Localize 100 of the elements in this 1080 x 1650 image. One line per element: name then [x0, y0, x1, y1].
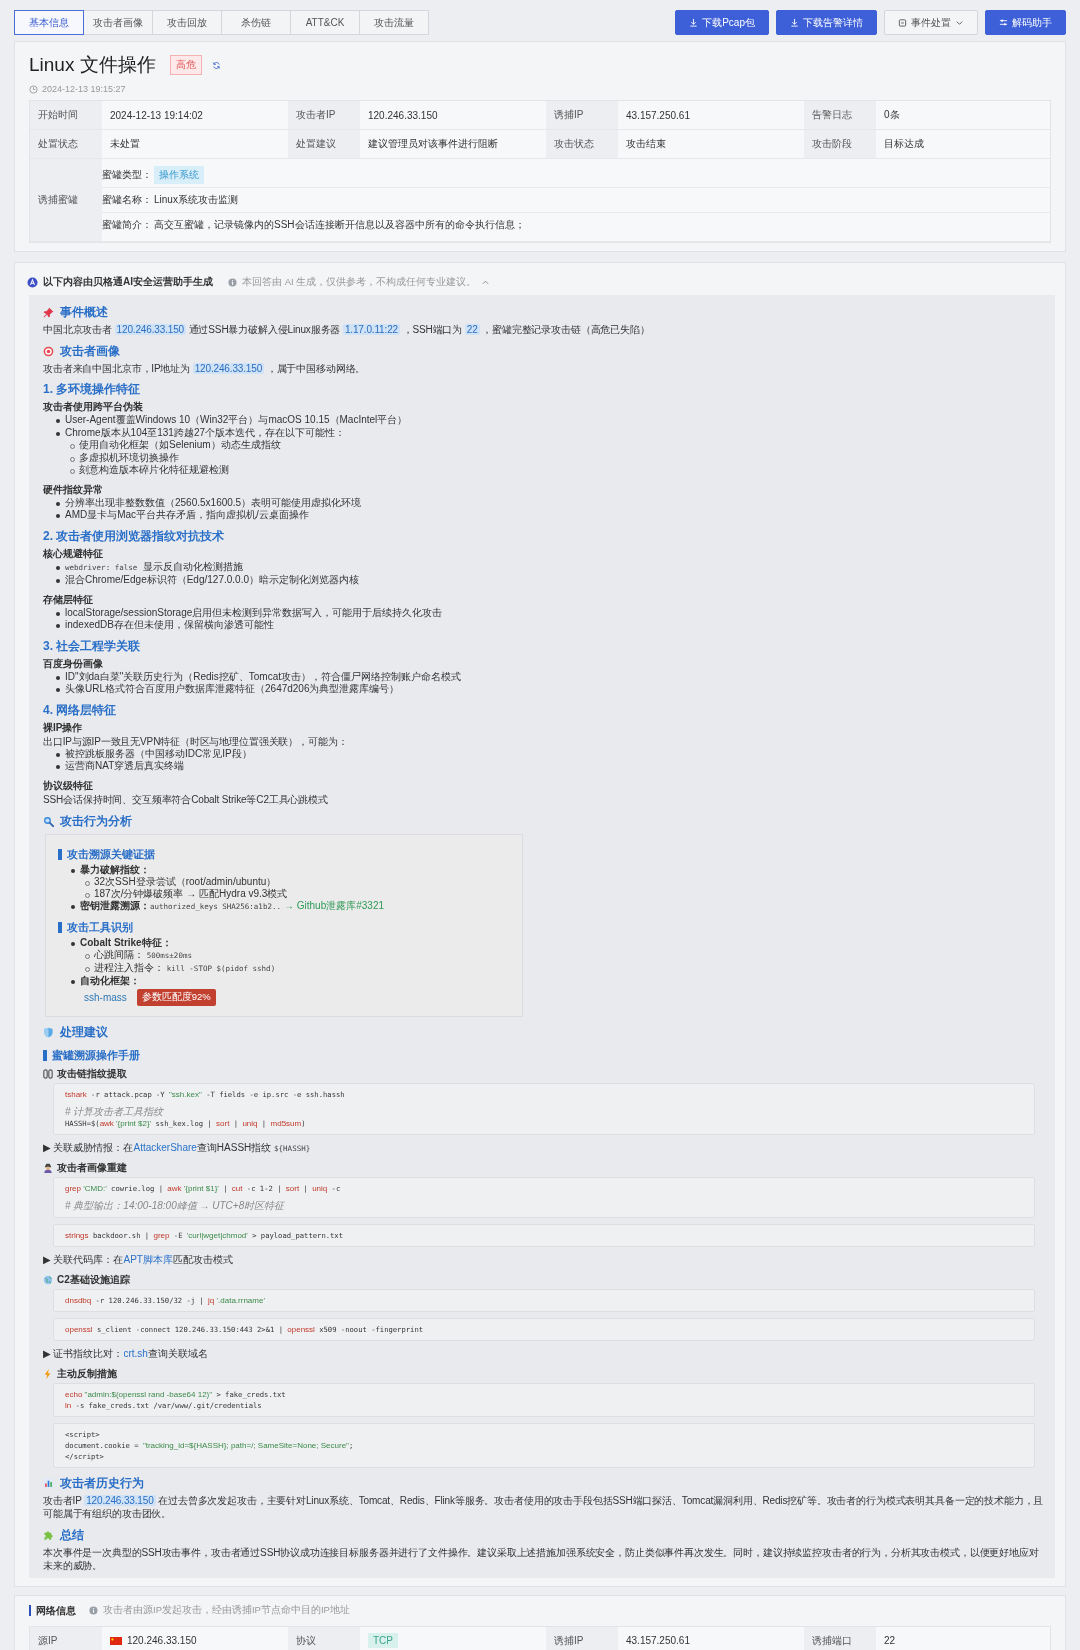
list-item: indexedDB存在但未使用，保留横向渗透可能性	[55, 619, 274, 632]
section-title: 攻击者画像	[60, 343, 120, 360]
list-item: 头像URL格式符合百度用户数据库泄露特征（2647d206为典型泄露库编号）	[55, 683, 400, 696]
subheading: 裸IP操作	[43, 720, 84, 735]
step-title: 攻击链指纹提取	[57, 1066, 127, 1081]
list-item: localStorage/sessionStorage启用但未检测到异常数据写入，可能用于后续持久化攻击	[55, 606, 443, 619]
subheading: 攻击者使用跨平台伪装	[43, 400, 144, 414]
field-value: 22	[884, 1635, 896, 1646]
list-item: Cobalt Strike特征：	[70, 936, 172, 949]
field-label: 处置状态	[30, 130, 102, 159]
paragraph: 攻击者来自中国北京市，IP地址为 120.246.33.150 ，属于中国移动网络。	[43, 362, 367, 375]
info-icon	[89, 1606, 98, 1615]
field-label: 诱捕IP	[546, 1626, 618, 1650]
link[interactable]: crt.sh	[123, 1347, 148, 1359]
action-button[interactable]: 下载Pcap包	[675, 10, 769, 35]
section-title: 攻击者历史行为	[60, 1474, 144, 1492]
field-label: 诱捕蜜罐	[30, 159, 102, 242]
field-label: 诱捕端口	[804, 1626, 876, 1650]
link[interactable]: APT脚本库	[123, 1253, 173, 1265]
section-heading: 1. 多环境操作特征	[43, 381, 142, 398]
field-label: 攻击阶段	[804, 130, 876, 159]
section-heading: 攻击工具识别	[67, 919, 133, 935]
subheading: 存储层特征	[43, 592, 94, 607]
tab[interactable]: ATT&CK	[290, 10, 360, 35]
severity-badge: 高危	[169, 55, 202, 75]
bar-chart-icon	[43, 1477, 54, 1489]
download-icon	[790, 18, 799, 27]
puzzle-icon	[43, 1529, 54, 1541]
paragraph: SSH会话保持时间、交互频率符合Cobalt Strike等C2工具心跳模式	[43, 792, 329, 806]
tab[interactable]: 攻击流量	[359, 10, 429, 35]
pushpin-icon	[43, 307, 54, 318]
tab[interactable]: 攻击回放	[152, 10, 222, 35]
step-title: C2基础设施追踪	[57, 1272, 130, 1287]
section-heading: 蜜罐溯源操作手册	[52, 1047, 140, 1063]
list-item: 暴力破解指纹：	[70, 863, 150, 876]
section-heading: 2. 攻击者使用浏览器指纹对抗技术	[43, 527, 226, 545]
paragraph: 出口IP与源IP一致且无VPN特征（时区与地理位置强关联），可能为：	[43, 734, 349, 748]
subheading: 百度身份画像	[43, 656, 104, 671]
type-tag: 操作系统	[154, 166, 204, 184]
list-item: 运营商NAT穿透后真实终端	[55, 760, 185, 773]
field-label: 协议	[288, 1626, 360, 1650]
list-item: 混合Chrome/Edge标识符（Edg/127.0.0.0）暗示定制化浏览器内核	[55, 574, 359, 587]
field-label: 攻击者IP	[288, 101, 360, 130]
step-title: 主动反制措施	[57, 1366, 117, 1381]
subheading: 硬件指纹异常	[43, 482, 104, 497]
section-title: 网络信息	[36, 1603, 76, 1618]
list-item: ID"刘da白菜"关联历史行为（Redis挖矿、Tomcat攻击），符合僵尸网络控制账户命名模式	[55, 670, 462, 683]
subheading: 核心规避特征	[43, 546, 104, 561]
paragraph: 中国北京攻击者 120.246.33.150 通过SSH暴力破解入侵Linux服务器 1.17.0.11:22 ，SSH端口为 22 ，蜜罐完整记录攻击链（高危已失陷）	[43, 323, 651, 336]
info-icon	[228, 277, 237, 287]
tab[interactable]: 基本信息	[14, 10, 84, 35]
download-icon	[689, 18, 699, 27]
clipboard-icon	[898, 18, 907, 27]
ai-logo-icon	[27, 276, 38, 288]
section-title: 总结	[60, 1526, 84, 1544]
flag-icon	[110, 1636, 122, 1645]
tab[interactable]: 攻击者画像	[83, 10, 153, 35]
list-item: 32次SSH登录尝试（root/admin/ubuntu）	[84, 875, 277, 888]
field-value: 43.157.250.61	[626, 1635, 690, 1646]
tool-name: ssh-mass	[84, 991, 127, 1003]
list-item: 分辨率出现非整数数值（2560.5x1600.5）表明可能使用虚拟化环境	[55, 496, 362, 509]
honeypot-intro-label: 蜜罐简介：	[102, 218, 152, 232]
action-button[interactable]: 事件处置	[884, 10, 978, 35]
field-label: 诱捕IP	[546, 101, 618, 130]
refresh-icon[interactable]	[211, 60, 221, 70]
field-label: 攻击状态	[546, 130, 618, 159]
clock-icon	[29, 84, 38, 94]
lightning-icon	[43, 1368, 53, 1379]
action-button[interactable]: 解码助手	[985, 10, 1066, 35]
section-heading: 4. 网络层特征	[43, 701, 118, 719]
paragraph: 本次事件是一次典型的SSH攻击事件，攻击者通过SSH协议成功连接目标服务器并进行了文件操作。建议采取上述措施加强系统安全，防止类似事件再次发生。同时，建议持续监控攻击者的行为，分析其攻击模式，以便更好地应对未来的威胁。	[43, 1545, 1040, 1572]
list-item: 自动化框架：	[70, 974, 140, 987]
chain-icon	[43, 1068, 53, 1079]
honeypot-name: Linux系统攻击监测	[154, 193, 238, 207]
target-icon	[43, 346, 54, 357]
field-label: 源IP	[30, 1626, 102, 1650]
section-title: 处理建议	[60, 1023, 108, 1041]
honeypot-intro: 高交互蜜罐，记录镜像内的SSH会话连接断开信息以及容器中所有的命令执行信息；	[154, 218, 525, 232]
detail-line[interactable]: ▶ 关联代码库：在APT脚本库匹配攻击模式	[43, 1252, 1045, 1267]
action-button[interactable]: 下载告警详情	[776, 10, 877, 35]
field-label: 开始时间	[30, 101, 102, 130]
shield-icon	[43, 1026, 54, 1038]
section-heading: 3. 社会工程学关联	[43, 637, 142, 655]
caret-icon	[955, 18, 964, 27]
list-item: AMD显卡与Mac平台共存矛盾，指向虚拟机/云桌面操作	[55, 509, 309, 522]
detail-line[interactable]: ▶ 证书指纹比对：crt.sh查询关联域名	[43, 1346, 1045, 1361]
link[interactable]: AttackerShare	[133, 1141, 197, 1153]
honeypot-name-label: 蜜罐名称：	[102, 193, 152, 207]
honeypot-type-label: 蜜罐类型：	[102, 168, 152, 182]
ai-disclaimer: 本回答由 AI 生成，仅供参考，不构成任何专业建议。	[242, 275, 477, 289]
bar-marker-icon	[58, 921, 62, 933]
field-label: 处置建议	[288, 130, 360, 159]
tab[interactable]: 杀伤链	[221, 10, 291, 35]
event-title: Linux 文件操作	[29, 53, 156, 77]
subheading: 协议级特征	[43, 778, 94, 793]
list-item: 使用自动化框架（如Selenium）动态生成指纹	[69, 439, 281, 452]
bar-marker-icon	[43, 1049, 47, 1061]
match-badge: 参数匹配度92%	[136, 988, 216, 1006]
paragraph: 攻击者IP 120.246.33.150 在过去曾多次发起攻击，主要针对Linux系统、Tomcat、Redis、Flink等服务。攻击者使用的攻击手段包括SSH端口探活、Tomcat漏洞利用、Redis挖矿等。攻击者的行为模式表明其具备一定的技术能力，且可能属于有组织的攻击团伙。	[43, 1493, 1045, 1520]
bar-marker-icon	[58, 848, 62, 860]
